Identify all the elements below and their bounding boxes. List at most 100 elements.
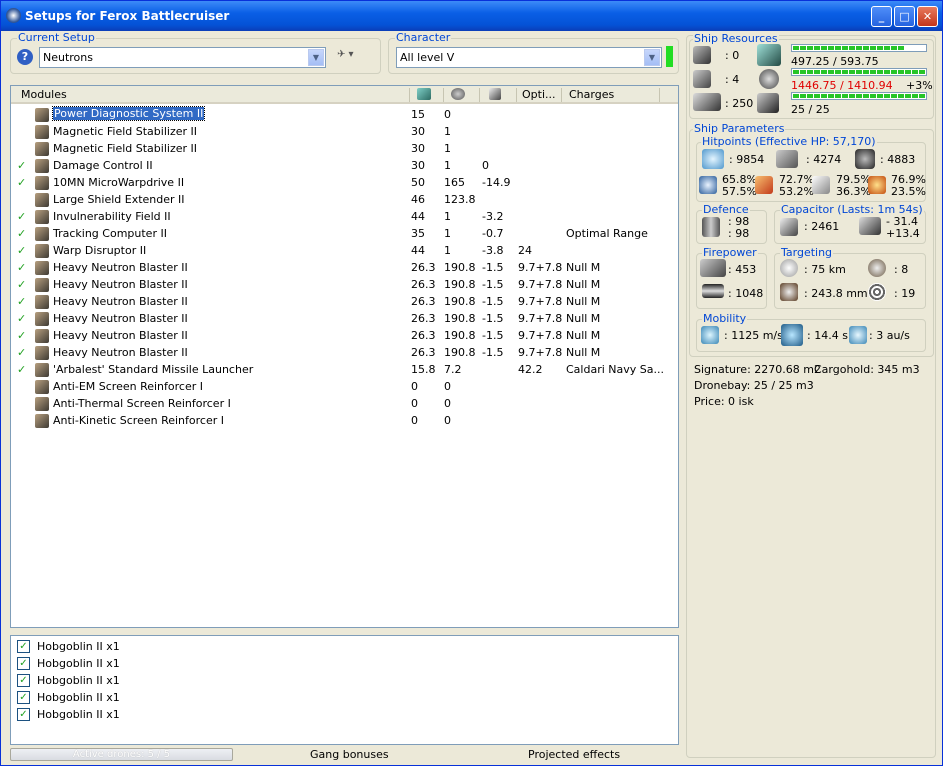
drone-checkbox[interactable]: ✓ xyxy=(17,691,30,704)
title-bar[interactable]: Setups for Ferox Battlecruiser _ □ ✕ xyxy=(1,1,942,31)
module-active-check-icon[interactable]: ✓ xyxy=(17,329,26,342)
character-select[interactable]: All level V ▼ xyxy=(396,47,662,68)
module-c1: 26.3 xyxy=(411,261,436,274)
module-row[interactable]: Large Shield Extender II 46 123.8 xyxy=(11,191,678,208)
drone-checkbox[interactable]: ✓ xyxy=(17,640,30,653)
help-icon[interactable]: ? xyxy=(17,49,33,65)
mobility-title: Mobility xyxy=(702,312,748,325)
projected-effects-tab[interactable]: Projected effects xyxy=(528,748,620,761)
module-c2: 0 xyxy=(444,108,451,121)
drone-checkbox[interactable]: ✓ xyxy=(17,674,30,687)
setup-menu-button[interactable]: ✈ ▾ xyxy=(337,49,367,65)
module-active-check-icon[interactable]: ✓ xyxy=(17,295,26,308)
module-row[interactable]: ✓ Tracking Computer II 35 1 -0.7 Optimal Rang… xyxy=(11,225,678,242)
module-icon xyxy=(35,295,49,309)
module-active-check-icon[interactable]: ✓ xyxy=(17,159,26,172)
module-active-check-icon[interactable]: ✓ xyxy=(17,244,26,257)
module-active-check-icon[interactable]: ✓ xyxy=(17,363,26,376)
module-icon xyxy=(35,108,49,122)
module-c3: -14.9 xyxy=(482,176,511,189)
module-row[interactable]: ✓ Heavy Neutron Blaster II 26.3 190.8 -1.5 9.… xyxy=(11,276,678,293)
module-row[interactable]: Anti-Kinetic Screen Reinforcer I 0 0 xyxy=(11,412,678,429)
powergrid-bar xyxy=(791,68,927,76)
chevron-down-icon[interactable]: ▼ xyxy=(644,49,660,66)
module-row[interactable]: Power Diagnostic System II 15 0 xyxy=(11,106,678,123)
module-icon xyxy=(35,380,49,394)
module-row[interactable]: ✓ Damage Control II 30 1 0 xyxy=(11,157,678,174)
powergrid-column-icon[interactable] xyxy=(451,88,465,100)
close-button[interactable]: ✕ xyxy=(917,6,938,27)
active-drones-bar[interactable]: Active drones: 5 / 5 xyxy=(10,748,233,761)
max-targets-icon xyxy=(868,259,886,277)
turret-hardpoint-icon xyxy=(693,46,711,64)
module-name: Heavy Neutron Blaster II xyxy=(53,346,188,359)
cpu-column-icon[interactable] xyxy=(417,88,431,100)
module-row[interactable]: ✓ Heavy Neutron Blaster II 26.3 190.8 -1.5 9.… xyxy=(11,327,678,344)
module-c3: -1.5 xyxy=(482,329,504,342)
chevron-down-icon[interactable]: ▼ xyxy=(308,49,324,66)
module-row[interactable]: ✓ Heavy Neutron Blaster II 26.3 190.8 -1.5 9.… xyxy=(11,310,678,327)
cpu-bar-fill xyxy=(793,46,904,50)
module-active-check-icon[interactable]: ✓ xyxy=(17,227,26,240)
module-icon xyxy=(35,176,49,190)
drone-checkbox[interactable]: ✓ xyxy=(17,657,30,670)
setup-select[interactable]: Neutrons ▼ xyxy=(39,47,326,68)
module-row[interactable]: ✓ 'Arbalest' Standard Missile Launcher 15.… xyxy=(11,361,678,378)
module-row[interactable]: ✓ Heavy Neutron Blaster II 26.3 190.8 -1.5 9.… xyxy=(11,259,678,276)
module-c3: -1.5 xyxy=(482,261,504,274)
module-row[interactable]: Anti-Thermal Screen Reinforcer I 0 0 xyxy=(11,395,678,412)
character-select-value: All level V xyxy=(400,51,455,64)
shield-hp-value: : 9854 xyxy=(729,153,765,166)
module-active-check-icon[interactable]: ✓ xyxy=(17,210,26,223)
module-active-check-icon[interactable]: ✓ xyxy=(17,261,26,274)
header-optimal[interactable]: Opti... xyxy=(522,88,556,101)
dronebay-value: Dronebay: 25 / 25 m3 xyxy=(694,379,814,392)
module-c1: 44 xyxy=(411,244,425,257)
structure-hp-icon xyxy=(855,149,875,169)
launcher-hardpoint-icon xyxy=(693,70,711,88)
drone-bar-fill xyxy=(793,94,925,98)
module-row[interactable]: ✓ Warp Disruptor II 44 1 -3.8 24 xyxy=(11,242,678,259)
warp-speed-value: : 3 au/s xyxy=(869,329,910,342)
drone-checkbox[interactable]: ✓ xyxy=(17,708,30,721)
module-active-check-icon[interactable]: ✓ xyxy=(17,176,26,189)
module-row[interactable]: ✓ Heavy Neutron Blaster II 26.3 190.8 -1.5 9.… xyxy=(11,293,678,310)
module-active-check-icon[interactable]: ✓ xyxy=(17,278,26,291)
maximize-button[interactable]: □ xyxy=(894,6,915,27)
target-range-value: : 75 km xyxy=(804,263,846,276)
powergrid-icon xyxy=(759,69,779,89)
module-c3: -3.2 xyxy=(482,210,504,223)
volley-icon xyxy=(702,284,724,298)
ship-parameters-title: Ship Parameters xyxy=(693,122,786,135)
module-c2: 0 xyxy=(444,380,451,393)
cpu-value: 497.25 / 593.75 xyxy=(791,55,879,68)
column-divider xyxy=(561,88,562,102)
module-name: Invulnerability Field II xyxy=(53,210,171,223)
align-time-icon xyxy=(781,324,803,346)
module-c3: -1.5 xyxy=(482,312,504,325)
column-divider xyxy=(479,88,480,102)
gang-bonuses-tab[interactable]: Gang bonuses xyxy=(310,748,389,761)
module-row[interactable]: Magnetic Field Stabilizer II 30 1 xyxy=(11,123,678,140)
drones-list[interactable]: ✓ Hobgoblin II x1 ✓ Hobgoblin II x1 ✓ Hobgobl… xyxy=(10,635,679,745)
module-c1: 44 xyxy=(411,210,425,223)
module-active-check-icon[interactable]: ✓ xyxy=(17,312,26,325)
minimize-button[interactable]: _ xyxy=(871,6,892,27)
header-charges[interactable]: Charges xyxy=(569,88,614,101)
module-row[interactable]: Magnetic Field Stabilizer II 30 1 xyxy=(11,140,678,157)
module-active-check-icon[interactable]: ✓ xyxy=(17,346,26,359)
cap-recharge-icon xyxy=(859,217,881,235)
powergrid-bar-fill xyxy=(793,70,925,74)
warp-speed-icon xyxy=(849,326,867,344)
module-icon xyxy=(35,278,49,292)
module-row[interactable]: ✓ Invulnerability Field II 44 1 -3.2 xyxy=(11,208,678,225)
drone-label: Hobgoblin II x1 xyxy=(37,657,120,670)
header-modules[interactable]: Modules xyxy=(21,88,67,101)
capacitor-column-icon[interactable] xyxy=(489,88,501,100)
module-c4: 24 xyxy=(518,244,532,257)
module-row[interactable]: Anti-EM Screen Reinforcer I 0 0 xyxy=(11,378,678,395)
modules-table[interactable]: Modules Opti... Charges Power Diagnostic… xyxy=(10,85,679,628)
window-title: Setups for Ferox Battlecruiser xyxy=(25,9,230,23)
module-row[interactable]: ✓ 10MN MicroWarpdrive II 50 165 -14.9 xyxy=(11,174,678,191)
module-row[interactable]: ✓ Heavy Neutron Blaster II 26.3 190.8 -1.5 9.… xyxy=(11,344,678,361)
